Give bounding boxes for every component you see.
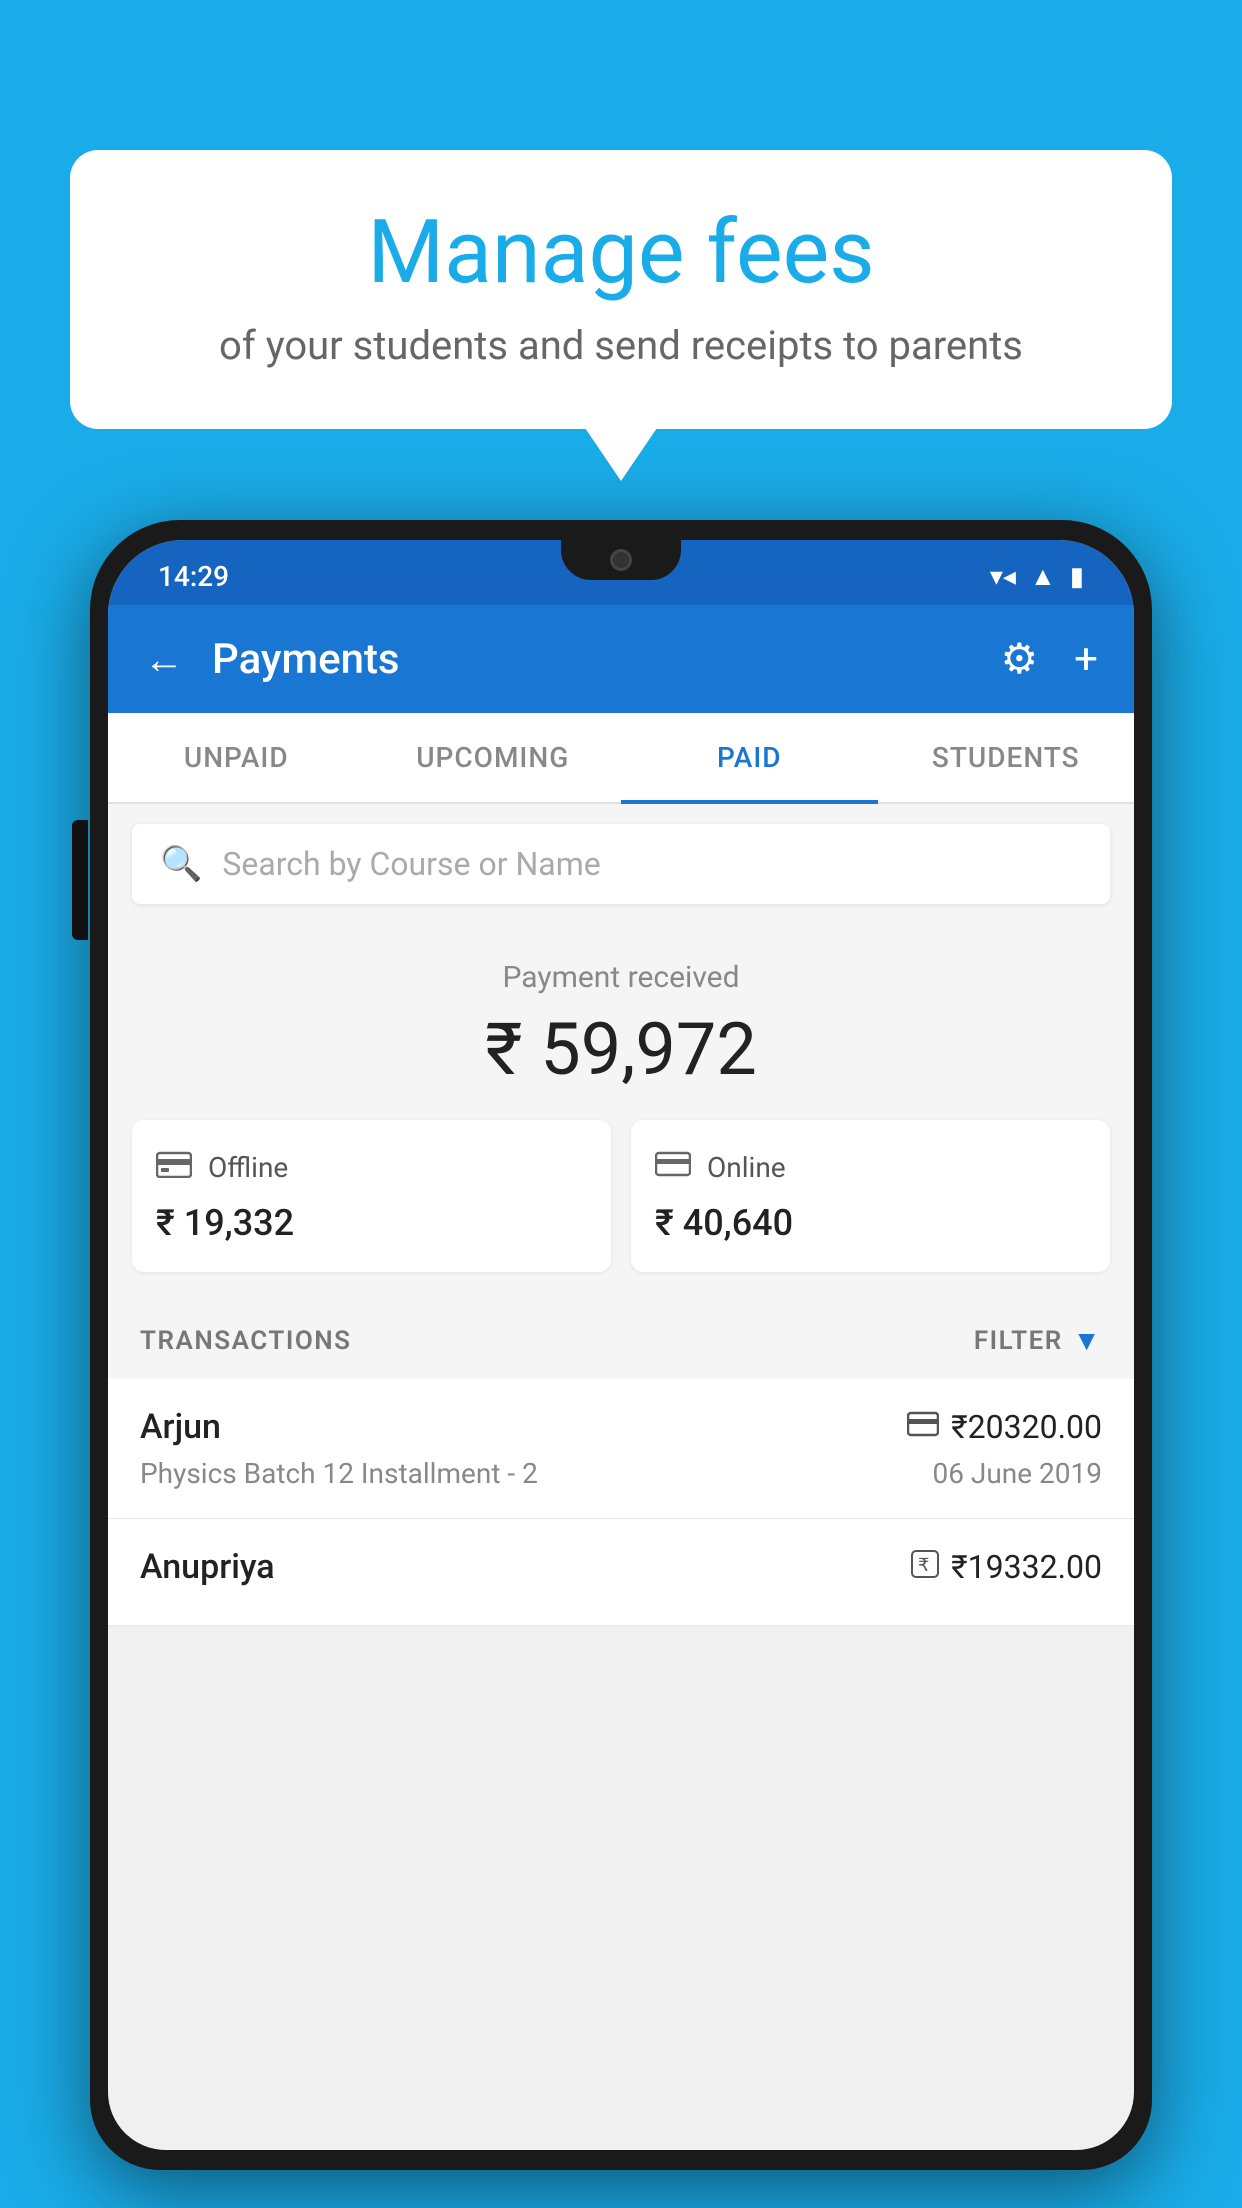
table-row[interactable]: Arjun ₹20320.00 Physics Batch 12 Install… <box>108 1379 1134 1519</box>
offline-amount: ₹ 19,332 <box>156 1202 587 1244</box>
notch <box>561 540 681 580</box>
phone: 14:29 ▾◂ ▲ ▮ ← Payments ⚙ + UNPAID <box>90 520 1152 2170</box>
status-icons: ▾◂ ▲ ▮ <box>990 561 1084 592</box>
table-row[interactable]: Anupriya ₹ ₹19332.00 <box>108 1519 1134 1626</box>
transaction-amount: ₹20320.00 <box>951 1408 1102 1446</box>
phone-screen: 14:29 ▾◂ ▲ ▮ ← Payments ⚙ + UNPAID <box>108 540 1134 2150</box>
camera <box>610 549 632 571</box>
app-bar: ← Payments ⚙ + <box>108 605 1134 713</box>
search-icon: 🔍 <box>160 844 202 884</box>
transaction-name: Arjun <box>140 1407 221 1447</box>
online-card: Online ₹ 40,640 <box>631 1120 1110 1272</box>
transaction-name: Anupriya <box>140 1547 275 1587</box>
transaction-amount-container: ₹20320.00 <box>907 1408 1102 1446</box>
battery-icon: ▮ <box>1070 562 1084 592</box>
online-icon <box>655 1148 691 1186</box>
bubble-subtitle: of your students and send receipts to pa… <box>130 322 1112 369</box>
filter-button[interactable]: FILTER ▼ <box>974 1324 1102 1357</box>
back-button[interactable]: ← <box>144 636 184 683</box>
svg-text:₹: ₹ <box>918 1555 929 1575</box>
tabs: UNPAID UPCOMING PAID STUDENTS <box>108 713 1134 804</box>
offline-type: Offline <box>208 1151 288 1184</box>
filter-label: FILTER <box>974 1326 1063 1356</box>
tab-students[interactable]: STUDENTS <box>878 713 1135 802</box>
online-type: Online <box>707 1151 786 1184</box>
transaction-top: Anupriya ₹ ₹19332.00 <box>140 1547 1102 1587</box>
tab-upcoming[interactable]: UPCOMING <box>365 713 622 802</box>
payment-summary: Payment received ₹ 59,972 <box>108 924 1134 1302</box>
tab-paid[interactable]: PAID <box>621 713 878 802</box>
transaction-amount: ₹19332.00 <box>951 1548 1102 1586</box>
search-bar[interactable]: 🔍 Search by Course or Name <box>132 824 1110 904</box>
speech-bubble: Manage fees of your students and send re… <box>70 150 1172 429</box>
offline-card-header: Offline <box>156 1148 587 1186</box>
status-time: 14:29 <box>158 560 229 593</box>
transaction-date: 06 June 2019 <box>932 1457 1102 1490</box>
transaction-bottom: Physics Batch 12 Installment - 2 06 June… <box>140 1457 1102 1490</box>
payment-label: Payment received <box>132 960 1110 995</box>
bubble-title: Manage fees <box>130 205 1112 302</box>
offline-card: Offline ₹ 19,332 <box>132 1120 611 1272</box>
online-card-header: Online <box>655 1148 1086 1186</box>
transaction-top: Arjun ₹20320.00 <box>140 1407 1102 1447</box>
rupee-payment-icon: ₹ <box>911 1550 939 1585</box>
card-payment-icon <box>907 1410 939 1445</box>
payment-cards: Offline ₹ 19,332 Online <box>132 1120 1110 1272</box>
app-bar-actions: ⚙ + <box>1001 634 1099 684</box>
filter-icon: ▼ <box>1073 1324 1102 1357</box>
signal-icon: ▲ <box>1030 561 1056 592</box>
search-input[interactable]: Search by Course or Name <box>222 845 600 883</box>
search-container: 🔍 Search by Course or Name <box>108 804 1134 924</box>
wifi-icon: ▾◂ <box>990 562 1016 592</box>
offline-icon <box>156 1148 192 1186</box>
app-bar-title: Payments <box>212 635 973 684</box>
settings-icon[interactable]: ⚙ <box>1001 634 1039 684</box>
add-icon[interactable]: + <box>1074 635 1098 684</box>
transactions-header: TRANSACTIONS FILTER ▼ <box>108 1302 1134 1379</box>
speech-bubble-container: Manage fees of your students and send re… <box>70 150 1172 429</box>
transaction-amount-container: ₹ ₹19332.00 <box>911 1548 1102 1586</box>
transaction-course: Physics Batch 12 Installment - 2 <box>140 1457 538 1490</box>
transactions-label: TRANSACTIONS <box>140 1326 352 1356</box>
tab-unpaid[interactable]: UNPAID <box>108 713 365 802</box>
payment-amount: ₹ 59,972 <box>132 1007 1110 1092</box>
online-amount: ₹ 40,640 <box>655 1202 1086 1244</box>
phone-container: 14:29 ▾◂ ▲ ▮ ← Payments ⚙ + UNPAID <box>90 520 1152 2208</box>
